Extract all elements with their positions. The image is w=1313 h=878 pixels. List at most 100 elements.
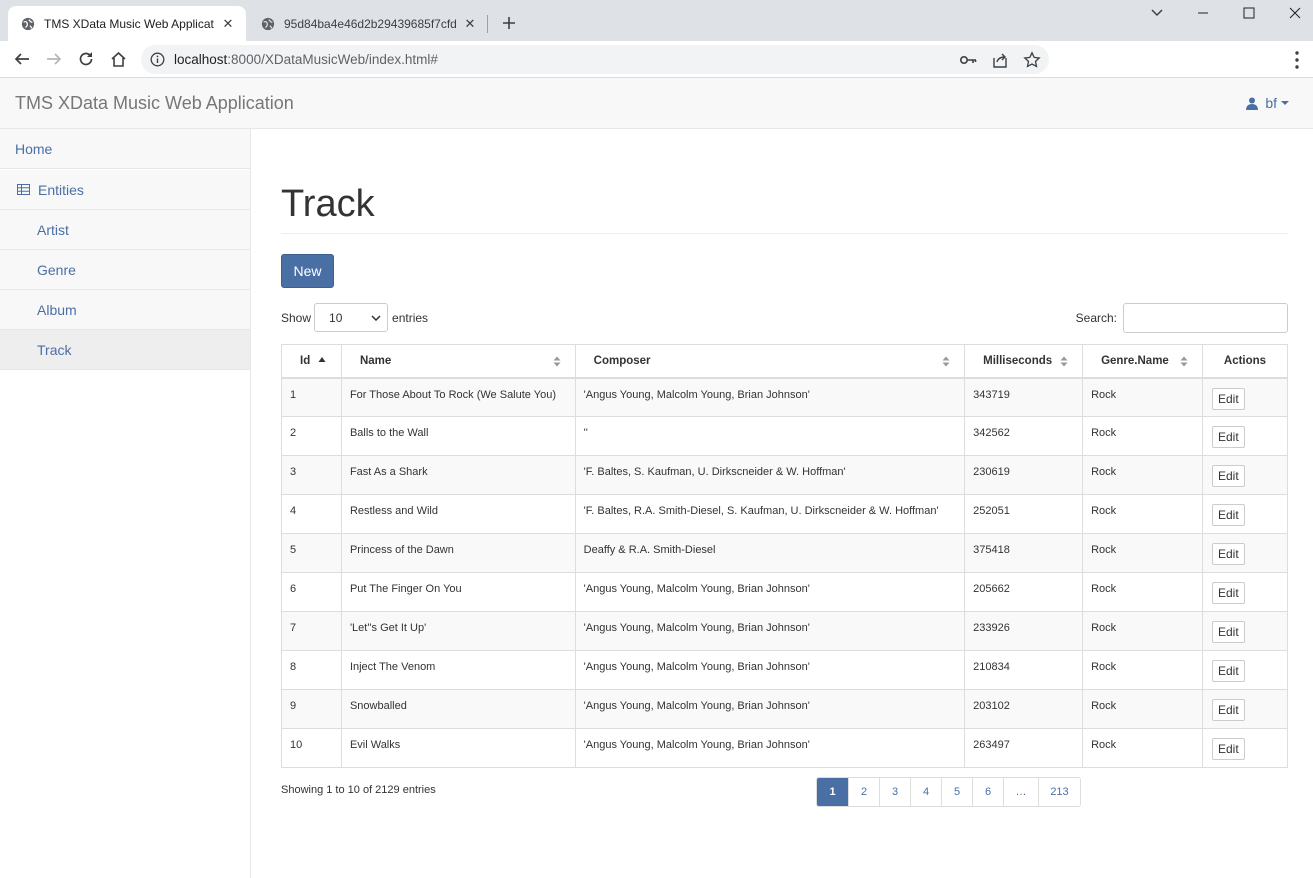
sidebar-item-label: Album (37, 301, 77, 318)
tab-title: 95d84ba4e46d2b29439685f7cfdc (284, 16, 456, 31)
cell-id: 6 (281, 572, 342, 612)
cell-name: Princess of the Dawn (340, 533, 576, 573)
page-title: Track (281, 183, 375, 225)
column-header-id[interactable]: Id (281, 344, 342, 379)
cell-name: 'Let''s Get It Up' (340, 611, 576, 651)
table-row: 3 Fast As a Shark 'F. Baltes, S. Kaufman, … (281, 455, 1288, 495)
cell-milliseconds: 263497 (964, 728, 1084, 768)
edit-button[interactable]: Edit (1212, 504, 1245, 526)
new-button[interactable]: New (281, 254, 334, 288)
pagination-ellipsis: … (1003, 778, 1038, 806)
close-tab-icon[interactable]: ✕ (220, 16, 236, 32)
cell-composer: 'Angus Young, Malcolm Young, Brian Johns… (574, 611, 966, 651)
forward-icon[interactable] (44, 49, 64, 69)
back-icon[interactable] (12, 49, 32, 69)
cell-name: For Those About To Rock (We Salute You) (340, 377, 576, 417)
cell-id: 9 (281, 689, 342, 729)
cell-name: Balls to the Wall (340, 416, 576, 456)
pagination-page[interactable]: 1 (817, 778, 848, 806)
cell-milliseconds: 343719 (964, 377, 1084, 417)
minimize-icon[interactable] (1194, 4, 1212, 22)
close-tab-icon[interactable]: ✕ (462, 16, 478, 32)
new-tab-icon[interactable] (498, 12, 520, 34)
cell-name: Snowballed (340, 689, 576, 729)
pagination-page[interactable]: 2 (848, 778, 879, 806)
maximize-icon[interactable] (1240, 4, 1258, 22)
cell-milliseconds: 375418 (964, 533, 1084, 573)
sidebar-item-track[interactable]: Track (0, 330, 250, 370)
tracks-table: Id Name Composer Milliseconds Genre.Name (281, 344, 1288, 768)
cell-name: Evil Walks (340, 728, 576, 768)
table-row: 2 Balls to the Wall '' 342562 Rock Edit (281, 416, 1288, 456)
edit-button[interactable]: Edit (1212, 426, 1245, 448)
edit-button[interactable]: Edit (1212, 660, 1245, 682)
sidebar-item-album[interactable]: Album (0, 290, 250, 330)
window-close-icon[interactable] (1286, 4, 1304, 22)
sidebar-item-artist[interactable]: Artist (0, 210, 250, 250)
cell-composer: 'F. Baltes, R.A. Smith-Diesel, S. Kaufma… (574, 494, 966, 534)
column-header-milliseconds[interactable]: Milliseconds (964, 344, 1084, 379)
column-header-genre-name[interactable]: Genre.Name (1082, 344, 1203, 379)
user-menu[interactable]: bf (1246, 95, 1289, 111)
cell-genre: Rock (1082, 689, 1203, 729)
chevron-down-icon (371, 314, 381, 321)
globe-icon (21, 17, 35, 30)
search-input[interactable] (1123, 303, 1288, 333)
cell-name: Fast As a Shark (340, 455, 576, 495)
tab-search-chevron-icon[interactable] (1148, 4, 1166, 22)
key-icon[interactable] (959, 51, 977, 69)
cell-actions: Edit (1202, 611, 1288, 651)
column-header-name[interactable]: Name (340, 344, 576, 379)
edit-button[interactable]: Edit (1212, 738, 1245, 760)
cell-id: 5 (281, 533, 342, 573)
bookmark-star-icon[interactable] (1023, 51, 1041, 69)
sidebar-item-entities[interactable]: Entities (0, 170, 250, 210)
pagination-page[interactable]: 213 (1038, 778, 1080, 806)
pagination-page[interactable]: 4 (910, 778, 941, 806)
edit-button[interactable]: Edit (1212, 543, 1245, 565)
reload-icon[interactable] (76, 49, 96, 69)
cell-composer: 'Angus Young, Malcolm Young, Brian Johns… (574, 377, 966, 417)
pagination-page[interactable]: 6 (972, 778, 1003, 806)
home-icon[interactable] (108, 49, 128, 69)
sort-icon (942, 356, 950, 367)
sidebar-item-genre[interactable]: Genre (0, 250, 250, 290)
cell-id: 7 (281, 611, 342, 651)
sidebar-item-label: Entities (38, 181, 84, 198)
edit-button[interactable]: Edit (1212, 621, 1245, 643)
page-length-select[interactable]: 10 (314, 303, 389, 332)
browser-tab-inactive[interactable]: 95d84ba4e46d2b29439685f7cfdc ✕ (248, 6, 488, 41)
edit-button[interactable]: Edit (1212, 465, 1245, 487)
cell-milliseconds: 233926 (964, 611, 1084, 651)
browser-tab-strip: TMS XData Music Web Applicatio ✕ 95d84ba… (0, 0, 1313, 41)
sidebar-item-home[interactable]: Home (0, 129, 250, 169)
cell-id: 2 (281, 416, 342, 456)
cell-genre: Rock (1082, 728, 1203, 768)
user-name: bf (1265, 95, 1277, 111)
globe-icon (261, 17, 275, 30)
cell-name: Inject The Venom (340, 650, 576, 690)
show-label: Show (281, 310, 312, 325)
site-info-icon[interactable] (150, 52, 165, 67)
table-row: 10 Evil Walks 'Angus Young, Malcolm Young,… (281, 728, 1288, 768)
browser-menu-icon[interactable] (1289, 50, 1305, 70)
sidebar-item-label: Home (15, 140, 53, 157)
cell-actions: Edit (1202, 416, 1288, 456)
edit-button[interactable]: Edit (1212, 387, 1245, 410)
pagination-page[interactable]: 3 (879, 778, 910, 806)
cell-genre: Rock (1082, 650, 1203, 690)
edit-button[interactable]: Edit (1212, 699, 1245, 721)
cell-genre: Rock (1082, 377, 1203, 417)
share-icon[interactable] (991, 51, 1009, 69)
sort-ascending-icon (318, 357, 326, 362)
sort-icon (1180, 356, 1188, 367)
app-brand[interactable]: TMS XData Music Web Application (15, 93, 294, 114)
cell-genre: Rock (1082, 611, 1203, 651)
cell-genre: Rock (1082, 494, 1203, 534)
column-header-composer[interactable]: Composer (574, 344, 966, 379)
address-bar[interactable]: localhost:8000/XDataMusicWeb/index.html# (141, 45, 1049, 74)
pagination-page[interactable]: 5 (941, 778, 972, 806)
edit-button[interactable]: Edit (1212, 582, 1245, 604)
browser-tab-active[interactable]: TMS XData Music Web Applicatio ✕ (8, 6, 246, 41)
page-length-value: 10 (329, 310, 343, 325)
